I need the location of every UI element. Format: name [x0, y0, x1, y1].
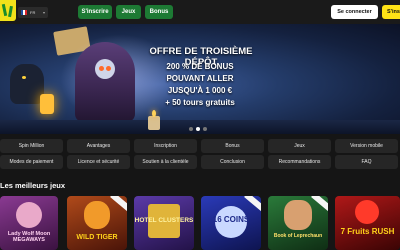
game-tile-hotel-clusters[interactable]: HOTEL CLUSTERS [134, 196, 194, 250]
tiger-illustration [84, 201, 110, 229]
game-title: 7 Fruits RUSH [340, 227, 395, 236]
link-spin-million[interactable]: Spin Million [0, 139, 63, 153]
link-licence-securite[interactable]: Licence et sécurité [67, 155, 130, 169]
chevron-down-icon: ▾ [42, 10, 45, 15]
carousel-dot[interactable] [203, 127, 207, 131]
game-tile-wild-tiger[interactable]: WILD TIGER [67, 196, 127, 250]
skull-illustration [95, 59, 115, 79]
link-version-mobile[interactable]: Version mobile [335, 139, 398, 153]
info-links: Spin Million Avantages Inscription Bonus… [0, 137, 400, 171]
game-title: HOTEL CLUSTERS [134, 217, 194, 224]
france-flag-icon [21, 10, 27, 15]
section-title: Les meilleurs jeux [0, 181, 66, 190]
game-title: Book of Leprechaun [273, 233, 323, 239]
game-title: Lady Wolf Moon MEGAWAYS [7, 231, 51, 243]
link-inscription[interactable]: Inscription [134, 139, 197, 153]
link-soutien-clientele[interactable]: Soutien à la clientèle [134, 155, 197, 169]
game-tile-lady-wolf-moon[interactable]: Lady Wolf Moon MEGAWAYS [0, 196, 58, 250]
link-faq[interactable]: FAQ [335, 155, 398, 169]
language-selector[interactable]: FR ▾ [18, 7, 48, 18]
carousel-dots [189, 127, 207, 131]
link-recommandations[interactable]: Recommandations [268, 155, 331, 169]
top-header: FR ▾ S'inscrire Jeux Bonus Se connecter … [0, 0, 400, 24]
carousel-dot-active[interactable] [196, 127, 200, 131]
promo-line: POUVANT ALLER [166, 74, 234, 83]
link-jeux[interactable]: Jeux [268, 139, 331, 153]
character-illustration [16, 202, 42, 228]
new-ribbon [110, 196, 127, 214]
signup-button[interactable]: S'inscr [382, 5, 400, 19]
link-avantages[interactable]: Avantages [67, 139, 130, 153]
carousel-dot[interactable] [189, 127, 193, 131]
login-button[interactable]: Se connecter [331, 5, 378, 19]
leprechaun-illustration [284, 200, 312, 230]
wolf-illustration [10, 64, 44, 104]
game-tile-book-of-leprechaun[interactable]: Book of Leprechaun [268, 196, 328, 250]
site-logo[interactable] [0, 0, 16, 21]
new-ribbon [311, 196, 328, 214]
nav-signup-button[interactable]: S'inscrire [78, 5, 112, 19]
ghost-illustration [75, 42, 135, 122]
promo-line: + 50 tours gratuits [165, 98, 235, 107]
promo-line: JUSQU'À 1 000 € [167, 86, 233, 95]
lantern-illustration [40, 94, 54, 114]
game-title: 16 COINS [212, 215, 250, 224]
new-ribbon [244, 196, 261, 214]
nav-bonus-button[interactable]: Bonus [145, 5, 173, 19]
language-code: FR [30, 10, 36, 15]
link-modes-paiement[interactable]: Modes de paiement [0, 155, 63, 169]
candle-illustration [148, 116, 160, 130]
game-tile-16-coins[interactable]: 16 COINS [201, 196, 261, 250]
fruit-illustration [355, 200, 379, 224]
game-title: WILD TIGER [76, 234, 118, 241]
link-conclusion[interactable]: Conclusion [201, 155, 264, 169]
link-bonus[interactable]: Bonus [201, 139, 264, 153]
nav-games-button[interactable]: Jeux [116, 5, 141, 19]
promo-line: 200 % DE BONUS [166, 62, 234, 71]
game-tile-7-fruits-rush[interactable]: 7 Fruits RUSH [335, 196, 400, 250]
